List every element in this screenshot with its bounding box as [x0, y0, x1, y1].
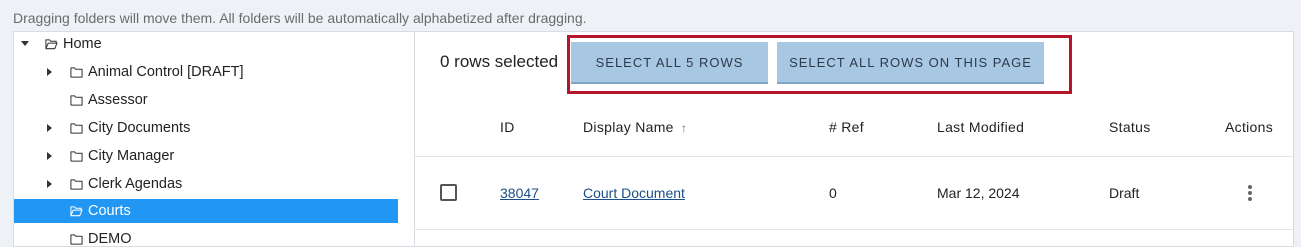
folder-icon	[70, 233, 83, 245]
folder-open-icon	[70, 205, 83, 216]
select-all-on-page-button[interactable]: SELECT ALL ROWS ON THIS PAGE	[777, 42, 1044, 84]
folder-icon	[70, 94, 83, 106]
row-checkbox[interactable]	[440, 184, 457, 201]
tree-item-home[interactable]: Home	[21, 32, 102, 56]
rows-selected-count: 0 rows selected	[440, 52, 559, 71]
tree-item-label: Home	[63, 36, 102, 52]
header-divider	[415, 156, 1293, 157]
tree-item-label: Animal Control [DRAFT]	[88, 64, 244, 80]
column-header-display-name[interactable]: Display Name ↑	[583, 119, 687, 135]
row-divider	[415, 229, 1293, 230]
column-header-status[interactable]: Status	[1109, 119, 1151, 135]
tree-item-animal-control[interactable]: Animal Control [DRAFT]	[47, 60, 244, 84]
tree-item-demo[interactable]: DEMO	[70, 227, 132, 247]
row-ref: 0	[829, 185, 837, 201]
tree-item-clerk-agendas[interactable]: Clerk Agendas	[47, 172, 183, 196]
caret-down-icon[interactable]	[21, 41, 29, 46]
caret-right-icon[interactable]	[47, 68, 52, 76]
column-header-last-modified[interactable]: Last Modified	[937, 119, 1024, 135]
caret-right-icon[interactable]	[47, 152, 52, 160]
row-last-modified: Mar 12, 2024	[937, 185, 1020, 201]
tree-item-assessor[interactable]: Assessor	[70, 88, 148, 112]
tree-item-city-manager[interactable]: City Manager	[47, 144, 175, 168]
folder-open-icon	[45, 38, 58, 49]
row-status: Draft	[1109, 185, 1140, 201]
tree-item-courts[interactable]: Courts	[14, 199, 398, 223]
tree-item-city-documents[interactable]: City Documents	[47, 116, 191, 140]
tree-item-label: City Documents	[88, 120, 191, 136]
tree-item-label: DEMO	[88, 231, 132, 247]
tree-item-label: Assessor	[88, 92, 148, 108]
tree-item-label: Courts	[88, 203, 131, 219]
row-display-name-link[interactable]: Court Document	[583, 185, 685, 201]
folder-icon	[70, 178, 83, 190]
caret-right-icon[interactable]	[47, 124, 52, 132]
more-actions-icon[interactable]	[1244, 183, 1256, 203]
column-header-ref[interactable]: # Ref	[829, 119, 864, 135]
folder-tree: Home Animal Control [DRAFT] Assessor Cit…	[13, 31, 414, 247]
column-header-actions: Actions	[1225, 119, 1274, 135]
folder-icon	[70, 150, 83, 162]
tree-item-label: City Manager	[88, 148, 175, 164]
row-id-link[interactable]: 38047	[500, 185, 539, 201]
folder-icon	[70, 122, 83, 134]
select-all-rows-button[interactable]: SELECT ALL 5 ROWS	[571, 42, 768, 84]
drag-hint: Dragging folders will move them. All fol…	[13, 10, 587, 26]
folder-icon	[70, 66, 83, 78]
caret-right-icon[interactable]	[47, 180, 52, 188]
column-header-label: Display Name	[583, 119, 674, 135]
sort-ascending-icon: ↑	[680, 121, 688, 135]
documents-panel: 0 rows selected SELECT ALL 5 ROWS SELECT…	[414, 31, 1294, 247]
tree-item-label: Clerk Agendas	[88, 176, 183, 192]
column-header-id[interactable]: ID	[500, 119, 515, 135]
